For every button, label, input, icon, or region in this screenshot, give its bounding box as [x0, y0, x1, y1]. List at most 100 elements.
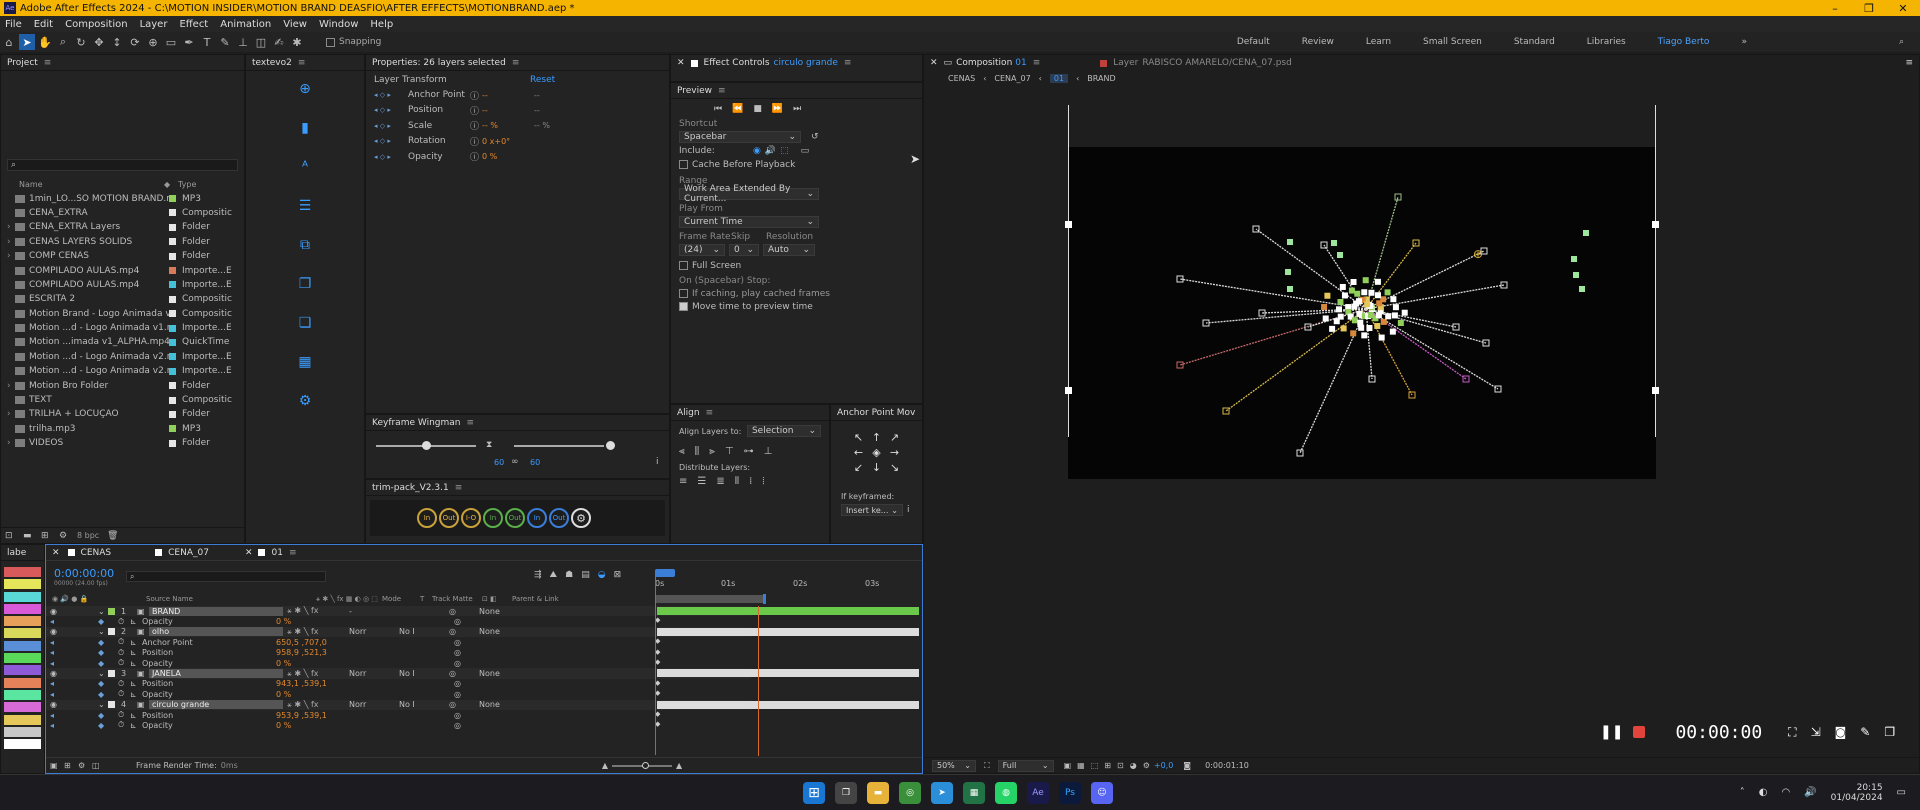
visibility-eye-icon[interactable]: ◉	[46, 627, 58, 636]
keyframe-nav-icon[interactable]: ◂	[46, 648, 58, 657]
panel-menu-icon[interactable]: ≡	[1033, 58, 1041, 68]
keyframe-nav-icon[interactable]: ◂	[46, 659, 58, 668]
expand-arrow-icon[interactable]: ›	[7, 381, 15, 391]
layer-tab-label[interactable]: Layer	[1113, 58, 1138, 68]
property-value-2[interactable]: --	[534, 91, 584, 100]
mode-header[interactable]: Mode	[382, 595, 420, 603]
menu-layer[interactable]: Layer	[135, 19, 175, 30]
stopwatch-icon[interactable]: ⏱	[118, 710, 130, 720]
layer-name[interactable]: JANELA	[149, 669, 283, 679]
ease-out-handle[interactable]	[606, 441, 615, 450]
expand-arrow-icon[interactable]: ⌄	[98, 607, 108, 616]
layer-track-matte[interactable]: No I	[399, 627, 449, 636]
photoshop-task-icon[interactable]: Ps	[1059, 781, 1081, 804]
layer-duration-bar[interactable]	[657, 669, 919, 678]
layer-mode[interactable]: -	[349, 607, 387, 616]
panel-menu-icon[interactable]: ≡	[512, 58, 520, 68]
include-video-icon[interactable]: ◉	[753, 146, 761, 156]
workspace-review[interactable]: Review	[1286, 37, 1350, 47]
discord-icon[interactable]: ☺	[1091, 781, 1113, 804]
clock-time[interactable]: 20:15	[1831, 783, 1883, 793]
record-icon[interactable]	[1633, 726, 1646, 738]
label-swatch[interactable]	[169, 209, 176, 217]
breadcrumb-brand[interactable]: BRAND	[1087, 74, 1115, 83]
distribute-right-icon[interactable]: ⦙	[762, 476, 764, 487]
timeline-tab-cenas[interactable]: CENAS	[81, 548, 112, 558]
label-swatch[interactable]	[169, 195, 176, 203]
track-matte-header[interactable]: Track Matte	[432, 595, 482, 603]
t-header[interactable]: T	[420, 595, 432, 603]
pickwhip-icon[interactable]: ◎	[454, 638, 461, 647]
visibility-eye-icon[interactable]: ◉	[46, 669, 58, 678]
keyframe-nav-icon[interactable]: ◂	[46, 711, 58, 720]
region-of-interest-icon[interactable]: ▣	[1064, 761, 1072, 770]
playhead[interactable]	[655, 575, 656, 755]
keyframe-nav-icon[interactable]: ◂ ◇ ▸	[374, 91, 408, 99]
property-value[interactable]: 958,9 ,521,3	[276, 648, 376, 657]
workspace-small-screen[interactable]: Small Screen	[1407, 37, 1498, 47]
maximize-icon[interactable]: ❐	[1852, 2, 1886, 15]
label-swatch[interactable]	[169, 410, 176, 418]
label-color-swatch[interactable]	[4, 702, 41, 713]
keyframe-nav-icon[interactable]: ◂	[46, 638, 58, 647]
project-item[interactable]: › COMP CENAS Folder	[1, 249, 244, 263]
timeline-search-input[interactable]: ⌕	[126, 571, 326, 582]
include-overlays-icon[interactable]: ⬚	[780, 146, 789, 156]
menu-file[interactable]: File	[0, 19, 29, 30]
project-item[interactable]: ESCRITA 2 Compositic	[1, 292, 244, 306]
label-color-swatch[interactable]	[4, 689, 41, 700]
interpret-footage-icon[interactable]: ⊡	[5, 531, 23, 541]
keyframe-add-icon[interactable]: ◆	[58, 711, 118, 720]
label-swatch[interactable]	[169, 353, 176, 361]
label-swatch[interactable]	[169, 281, 176, 289]
keyframe-nav-icon[interactable]: ◂	[46, 690, 58, 699]
layer-switches[interactable]: ⚹ ✱ ╲ fx	[283, 700, 349, 710]
col-type-header[interactable]: Type	[178, 180, 196, 189]
menu-help[interactable]: Help	[365, 19, 400, 30]
property-value-1[interactable]: -- %	[482, 121, 534, 130]
move-time-checkbox[interactable]	[679, 302, 688, 311]
property-value[interactable]: 0 %	[276, 690, 376, 699]
info-icon[interactable]: ⓘ	[470, 119, 482, 132]
property-value[interactable]: 0 %	[276, 659, 376, 668]
expand-arrow-icon[interactable]: ›	[7, 409, 15, 419]
volume-icon[interactable]: 🔊	[1804, 787, 1816, 798]
layer-name[interactable]: BRAND	[149, 606, 283, 616]
puppet-pin-tool-icon[interactable]: ✱	[289, 34, 305, 50]
reset-link[interactable]: Reset	[530, 75, 555, 85]
label-swatch[interactable]	[169, 252, 176, 260]
external-monitor-icon[interactable]: ▭	[801, 146, 810, 156]
trash-icon[interactable]: ▮	[290, 120, 320, 136]
align-bottom-icon[interactable]: ⊥	[764, 446, 773, 457]
last-frame-icon[interactable]: ⏭	[793, 104, 801, 114]
layer-parent[interactable]: None	[479, 669, 529, 678]
tray-overflow-icon[interactable]: ˄	[1740, 787, 1745, 798]
screenshot-region-icon[interactable]: ⛶	[1788, 725, 1796, 740]
label-color-swatch[interactable]	[4, 616, 41, 627]
search-help-icon[interactable]: ⌕	[1883, 37, 1920, 47]
keyframe-nav-icon[interactable]: ◂	[46, 617, 58, 626]
project-item[interactable]: CENA_EXTRA Compositic	[1, 206, 244, 220]
timeline-property-row[interactable]: ◂ ◆ ⏱ ⊾ Position 943,1 ,539,1 ◎	[46, 679, 751, 689]
bpc-label[interactable]: 8 bpc	[77, 531, 107, 540]
comp-mini-flowchart-icon[interactable]: ⇶	[534, 570, 542, 580]
workspace-tiago-berto[interactable]: Tiago Berto	[1642, 37, 1726, 47]
label-swatch[interactable]	[169, 382, 176, 390]
info-icon[interactable]: ⓘ	[470, 135, 482, 148]
keyframe-add-icon[interactable]: ◆	[58, 721, 118, 730]
keyframe-nav-icon[interactable]: ◂ ◇ ▸	[374, 122, 408, 130]
insert-keyframe-select[interactable]: Insert ke... ⌄	[841, 504, 903, 516]
expand-arrow-icon[interactable]: ›	[7, 251, 15, 261]
panel-menu-icon[interactable]: ≡	[718, 86, 726, 96]
zoom-select[interactable]: 50% ⌄	[932, 759, 976, 772]
property-value[interactable]: 0 %	[276, 617, 376, 626]
include-audio-icon[interactable]: 🔊	[765, 146, 776, 156]
layer-track-matte[interactable]: No I	[399, 669, 449, 678]
layer-parent[interactable]: None	[479, 627, 529, 636]
brush-tool-icon[interactable]: ✎	[217, 34, 233, 50]
property-value[interactable]: 0 %	[276, 721, 376, 730]
layer-label-swatch[interactable]	[108, 607, 115, 615]
pickwhip-icon[interactable]: ◎	[454, 721, 461, 730]
timeline-property-row[interactable]: ◂ ◆ ⏱ ⊾ Opacity 0 % ◎	[46, 689, 751, 699]
menu-effect[interactable]: Effect	[174, 19, 215, 30]
